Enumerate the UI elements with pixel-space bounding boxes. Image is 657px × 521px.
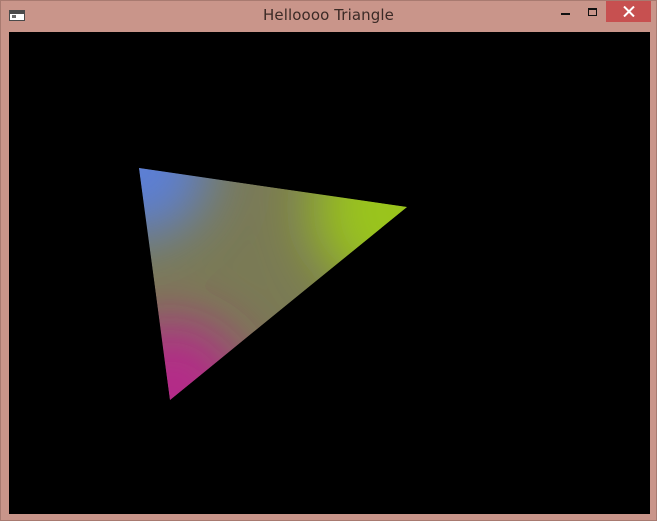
triangle-canvas xyxy=(139,168,407,400)
maximize-button[interactable] xyxy=(579,1,605,23)
minimize-button[interactable] xyxy=(552,1,579,23)
maximize-icon xyxy=(587,8,597,16)
title-bar[interactable]: Helloooo Triangle xyxy=(1,1,656,31)
close-icon xyxy=(622,6,635,17)
render-canvas[interactable] xyxy=(9,32,650,514)
app-window: Helloooo Triangle xyxy=(0,0,657,521)
rgb-triangle xyxy=(139,168,407,400)
triangle-vertex-right xyxy=(312,168,407,302)
triangle-vertex-top-left xyxy=(139,168,209,238)
triangle-vertex-bottom xyxy=(139,320,250,400)
minimize-icon xyxy=(561,12,570,15)
close-button[interactable] xyxy=(606,1,651,22)
